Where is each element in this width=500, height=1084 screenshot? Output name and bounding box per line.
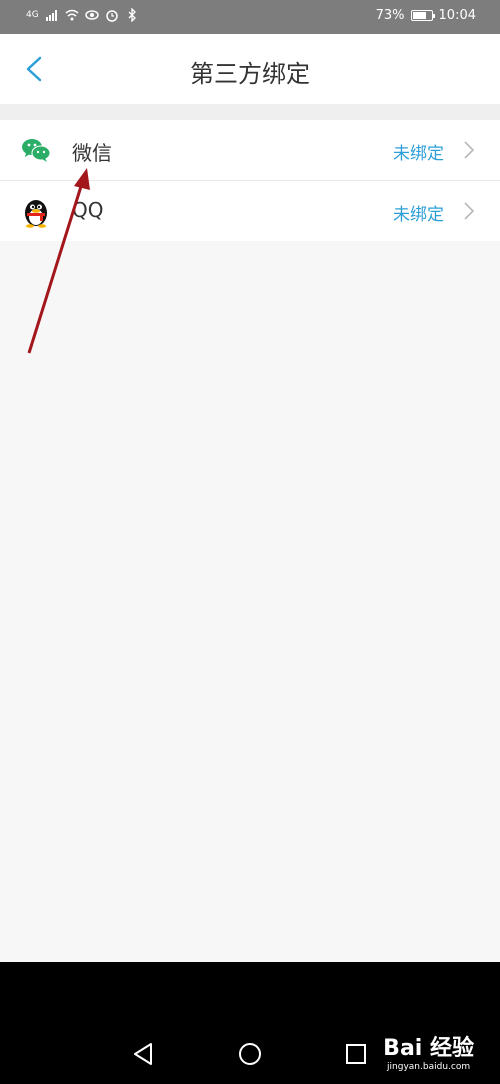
account-list: 微信 未绑定 QQ 未绑定	[0, 120, 500, 241]
status-left-icons: 4G	[26, 8, 139, 22]
watermark-brand: Bai 经验	[383, 1036, 474, 1061]
watermark: Bai 经验 jingyan.baidu.com	[383, 1030, 474, 1072]
page-title: 第三方绑定	[190, 60, 310, 88]
status-bar: 4G 73% 10:04	[0, 0, 500, 34]
account-name: QQ	[72, 198, 104, 222]
signal-icon	[45, 10, 57, 21]
alarm-icon	[105, 10, 118, 22]
list-item-qq[interactable]: QQ 未绑定	[0, 181, 500, 241]
list-item-wechat[interactable]: 微信 未绑定	[0, 120, 500, 181]
recents-square-icon[interactable]	[342, 1040, 370, 1068]
account-name: 微信	[72, 141, 112, 165]
wifi-icon	[65, 9, 79, 21]
chevron-right-icon	[464, 141, 475, 159]
back-triangle-icon[interactable]	[130, 1040, 158, 1068]
bind-status: 未绑定	[393, 205, 444, 225]
battery-percent: 73%	[375, 8, 405, 23]
battery-icon	[410, 10, 435, 21]
watermark-site: jingyan.baidu.com	[387, 1062, 471, 1072]
home-circle-icon[interactable]	[236, 1040, 264, 1068]
section-divider	[0, 104, 500, 120]
status-right: 73% 10:04	[376, 8, 476, 23]
qq-penguin-icon	[25, 200, 47, 228]
wechat-icon	[22, 139, 51, 162]
top-app-bar: 第三方绑定	[0, 34, 500, 104]
system-nav-bar: Bai 经验 jingyan.baidu.com	[0, 962, 500, 1084]
bluetooth-icon	[128, 8, 136, 22]
eye-comfort-icon	[84, 10, 99, 20]
battery-fill	[412, 12, 426, 19]
network-type: 4G	[26, 10, 39, 20]
bind-status: 未绑定	[393, 144, 444, 164]
chevron-right-icon	[464, 202, 475, 220]
clock: 10:04	[438, 8, 476, 23]
